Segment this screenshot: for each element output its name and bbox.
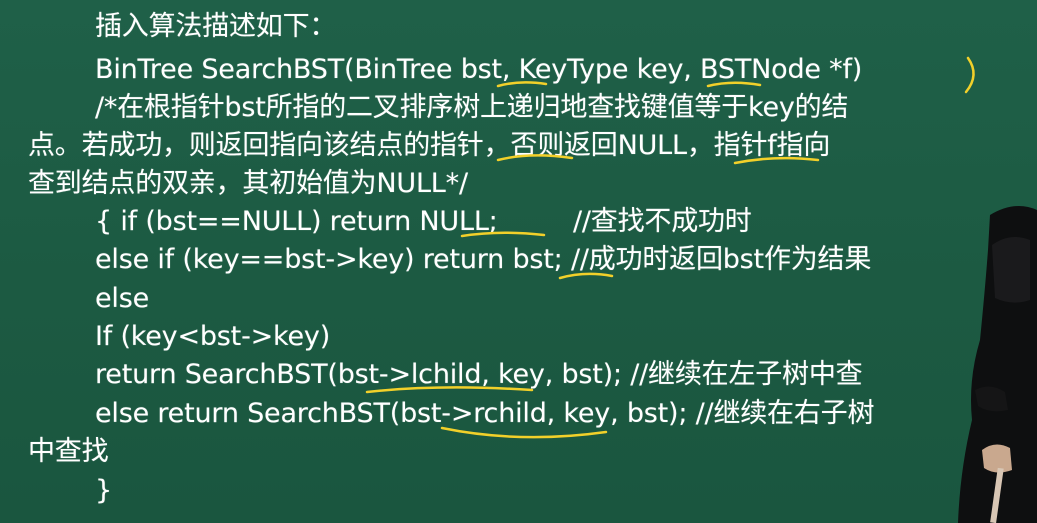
presenter-figure <box>958 206 1037 523</box>
chalkboard: 插入算法描述如下： BinTree SearchBST(BinTree bst,… <box>0 0 1037 523</box>
